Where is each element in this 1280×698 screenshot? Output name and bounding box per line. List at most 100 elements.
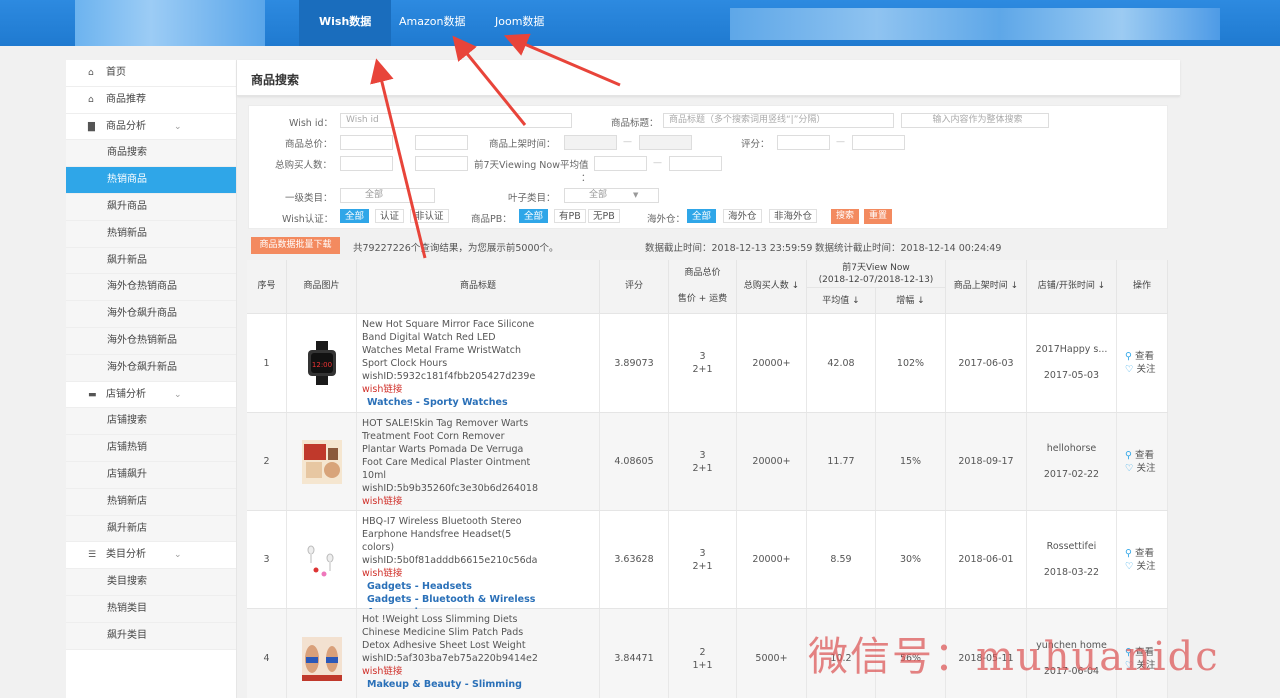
overseas-yes[interactable]: 海外仓 <box>723 209 762 223</box>
ops-cell: ⚲ 查看 ♡ 关注 <box>1117 314 1168 412</box>
rating-max-input[interactable] <box>852 135 905 150</box>
sidebar-item-7[interactable]: 飙升新品 <box>66 247 236 275</box>
sidebar-item-2[interactable]: ▇ 商品分析 ⌄ <box>66 114 236 141</box>
view-button[interactable]: ⚲ 查看 <box>1125 449 1154 462</box>
sidebar-item-21[interactable]: 飙升类目 <box>66 622 236 650</box>
sidebar-item-11[interactable]: 海外仓飙升新品 <box>66 354 236 382</box>
shop-open-date: 2017-02-22 <box>1043 468 1100 480</box>
product-title[interactable]: HOT SALE!Skin Tag Remover Warts Treatmen… <box>362 417 537 482</box>
sidebar-item-17[interactable]: 飙升新店 <box>66 515 236 543</box>
tab-amazon-data[interactable]: Amazon数据 <box>379 0 485 46</box>
buyers-max-input[interactable] <box>415 156 468 171</box>
shop-name[interactable]: Rossettifei <box>1047 534 1097 560</box>
sidebar-item-8[interactable]: 海外仓热销商品 <box>66 274 236 302</box>
column-header-growth[interactable]: 增幅 ↓ <box>876 288 946 314</box>
category-link[interactable]: Gadgets - Headsets <box>362 580 599 593</box>
wish-link[interactable]: wish链接 <box>362 495 538 508</box>
buyers-label: 总购买人数： <box>275 160 333 171</box>
wish-link[interactable]: wish链接 <box>362 665 538 678</box>
sidebar-item-10[interactable]: 海外仓热销新品 <box>66 327 236 355</box>
product-title[interactable]: Hot !Weight Loss Slimming Diets Chinese … <box>362 613 537 652</box>
sidebar-item-1[interactable]: ⌂ 商品推荐 <box>66 87 236 114</box>
title-input[interactable]: 商品标题（多个搜索词用竖线“|”分隔） <box>663 113 894 128</box>
follow-button[interactable]: ♡ 关注 <box>1125 560 1156 573</box>
sidebar-item-9[interactable]: 海外仓飙升商品 <box>66 301 236 328</box>
wish-link[interactable]: wish链接 <box>362 567 599 580</box>
follow-button[interactable]: ♡ 关注 <box>1125 363 1156 376</box>
view-button[interactable]: ⚲ 查看 <box>1125 547 1154 560</box>
overseas-all[interactable]: 全部 <box>687 209 717 223</box>
wish-id: wishID:5b9b35260fc3e30b6d264018 <box>362 483 538 494</box>
sidebar-item-12[interactable]: ▬ 店铺分析 ⌄ <box>66 382 236 409</box>
viewing-min-input[interactable] <box>594 156 647 171</box>
range-dash: — <box>653 158 662 168</box>
ops-cell: ⚲ 查看 ♡ 关注 <box>1117 413 1168 510</box>
wish-cert-all[interactable]: 全部 <box>340 209 370 223</box>
search-icon: ⚲ <box>1125 449 1135 461</box>
sidebar-item-20[interactable]: 热销类目 <box>66 595 236 623</box>
avg-cell: 11.77 <box>807 413 876 510</box>
search-button[interactable]: 搜索 <box>831 209 860 224</box>
wish-cert-certified[interactable]: 认证 <box>375 209 405 223</box>
rating-cell: 3.89073 <box>600 314 669 412</box>
chevron-down-icon: ⌄ <box>174 550 182 561</box>
pb-has[interactable]: 有PB <box>554 209 586 223</box>
sidebar-item-6[interactable]: 热销新品 <box>66 220 236 248</box>
sidebar-item-5[interactable]: 飙升商品 <box>66 193 236 221</box>
overseas-no[interactable]: 非海外仓 <box>769 209 818 223</box>
leaf-category-select[interactable]: 全部 ▼ <box>564 188 659 203</box>
tab-wish-data[interactable]: Wish数据 <box>299 0 392 46</box>
buyers-min-input[interactable] <box>340 156 393 171</box>
wish-link[interactable]: wish链接 <box>362 383 537 396</box>
batch-download-button[interactable]: 商品数据批量下载 <box>251 237 340 254</box>
sidebar-item-label: 热销新品 <box>107 227 147 239</box>
view-button[interactable]: ⚲ 查看 <box>1125 350 1154 363</box>
category-link[interactable]: Makeup & Beauty - Slimming <box>362 678 538 691</box>
sidebar-item-18[interactable]: ☰ 类目分析 ⌄ <box>66 542 236 570</box>
sidebar-item-4[interactable]: 热销商品 <box>66 167 236 194</box>
wish-cert-uncertified[interactable]: 非认证 <box>410 209 449 223</box>
column-header-avg[interactable]: 平均值 ↓ <box>807 288 876 314</box>
shop-name[interactable]: hellohorse <box>1047 436 1097 462</box>
leaf-category-value: 全部 <box>589 190 608 200</box>
pb-none[interactable]: 无PB <box>588 209 620 223</box>
follow-label: 关注 <box>1136 462 1156 474</box>
product-image-cell: 12:00 <box>287 314 357 412</box>
sidebar-item-3[interactable]: 商品搜索 <box>66 140 236 168</box>
listed-to-input[interactable] <box>639 135 692 150</box>
sidebar-item-14[interactable]: 店铺热销 <box>66 435 236 462</box>
pb-all[interactable]: 全部 <box>519 209 549 223</box>
table-row: 2 HOT SALE!Skin Tag Remover Warts Treatme… <box>247 413 1168 511</box>
price-max-input[interactable] <box>415 135 468 150</box>
wish-id-input[interactable]: Wish id <box>340 113 572 128</box>
title-label: 商品标题： <box>611 118 659 129</box>
product-thumbnail[interactable] <box>301 537 342 582</box>
product-title-block: New Hot Square Mirror Face Silicone Band… <box>362 318 537 409</box>
page-header: 商品搜索 <box>237 60 1180 96</box>
tab-joom-data[interactable]: Joom数据 <box>475 0 564 46</box>
sidebar-item-16[interactable]: 热销新店 <box>66 488 236 516</box>
sidebar-item-15[interactable]: 店铺飙升 <box>66 461 236 489</box>
product-thumbnail[interactable] <box>301 439 342 484</box>
product-title[interactable]: New Hot Square Mirror Face Silicone Band… <box>362 318 537 370</box>
product-thumbnail[interactable]: 12:00 <box>302 341 342 385</box>
sidebar-item-13[interactable]: 店铺搜索 <box>66 408 236 436</box>
level1-category-select[interactable]: 全部 <box>340 188 435 203</box>
overall-search-input[interactable]: 输入内容作为整体搜索 <box>901 113 1049 128</box>
column-header-index: 序号 <box>247 260 287 314</box>
row-index-cell: 3 <box>247 511 287 608</box>
sidebar-item-19[interactable]: 类目搜索 <box>66 569 236 596</box>
shop-name[interactable]: 2017Happy s... <box>1036 337 1108 363</box>
reset-button[interactable]: 重置 <box>864 209 893 224</box>
category-link[interactable]: Watches - Sporty Watches <box>362 396 537 409</box>
viewing-max-input[interactable] <box>669 156 722 171</box>
product-title[interactable]: HBQ-I7 Wireless Bluetooth Stereo Earphon… <box>362 515 537 554</box>
product-title-cell: New Hot Square Mirror Face Silicone Band… <box>357 314 600 412</box>
sidebar-item-0[interactable]: ⌂ 首页 <box>66 60 236 87</box>
product-thumbnail[interactable] <box>301 636 342 681</box>
rating-min-input[interactable] <box>777 135 830 150</box>
follow-button[interactable]: ♡ 关注 <box>1125 462 1156 475</box>
shop-cell: hellohorse 2017-02-22 <box>1027 413 1117 510</box>
price-min-input[interactable] <box>340 135 393 150</box>
listed-from-input[interactable] <box>564 135 617 150</box>
